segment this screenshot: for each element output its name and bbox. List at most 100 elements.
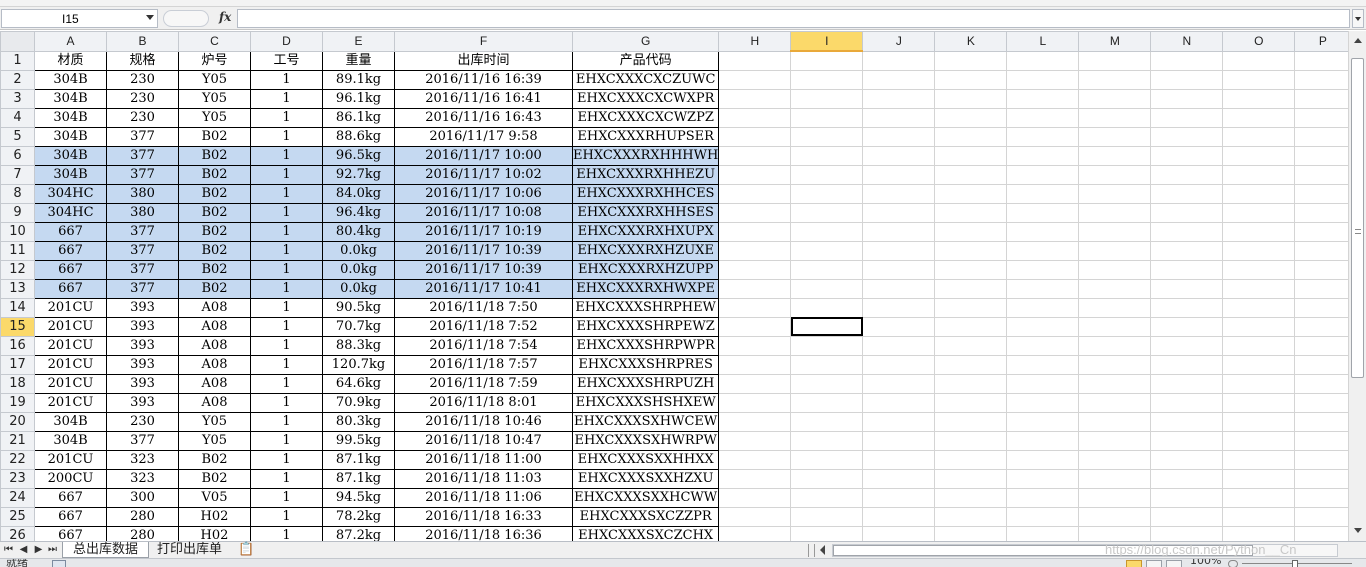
cell-a22[interactable]: 201CU — [34, 449, 107, 470]
cell-d18[interactable]: 1 — [250, 373, 323, 394]
cell-d15[interactable]: 1 — [250, 316, 323, 337]
cell-h9[interactable] — [718, 202, 792, 223]
cell-e7[interactable]: 92.7kg — [322, 164, 395, 185]
cell-d19[interactable]: 1 — [250, 392, 323, 413]
cell-a2[interactable]: 304B — [34, 69, 107, 90]
cell-b19[interactable]: 393 — [106, 392, 179, 413]
cell-g7[interactable]: EHXCXXXRXHHEZU — [571, 164, 720, 185]
cell-m14[interactable] — [1078, 297, 1152, 318]
cell-c15[interactable]: A08 — [178, 316, 251, 337]
cell-e3[interactable]: 96.1kg — [322, 88, 395, 109]
cell-d5[interactable]: 1 — [250, 126, 323, 147]
row-header-9[interactable]: 9 — [0, 202, 35, 223]
cell-b2[interactable]: 230 — [106, 69, 179, 90]
cell-k23[interactable] — [934, 468, 1008, 489]
cell-h8[interactable] — [718, 183, 792, 204]
cell-f4[interactable]: 2016/11/16 16:43 — [394, 107, 573, 128]
cell-p21[interactable] — [1294, 430, 1352, 451]
cell-c12[interactable]: B02 — [178, 259, 251, 280]
cell-g14[interactable]: EHXCXXXSHRPHEW — [571, 297, 720, 318]
cell-b12[interactable]: 377 — [106, 259, 179, 280]
cell-a3[interactable]: 304B — [34, 88, 107, 109]
cell-e18[interactable]: 64.6kg — [322, 373, 395, 394]
cell-f15[interactable]: 2016/11/18 7:52 — [394, 316, 573, 337]
cell-e9[interactable]: 96.4kg — [322, 202, 395, 223]
cell-d4[interactable]: 1 — [250, 107, 323, 128]
cell-f12[interactable]: 2016/11/17 10:39 — [394, 259, 573, 280]
cell-i21[interactable] — [790, 430, 864, 451]
cell-e8[interactable]: 84.0kg — [322, 183, 395, 204]
normal-view-button[interactable] — [1126, 560, 1142, 567]
cell-m13[interactable] — [1078, 278, 1152, 299]
column-header-k[interactable]: K — [934, 31, 1008, 52]
cell-a4[interactable]: 304B — [34, 107, 107, 128]
cell-h2[interactable] — [718, 69, 792, 90]
cell-n25[interactable] — [1150, 506, 1224, 527]
cell-a5[interactable]: 304B — [34, 126, 107, 147]
cell-k19[interactable] — [934, 392, 1008, 413]
cell-b24[interactable]: 300 — [106, 487, 179, 508]
cell-d14[interactable]: 1 — [250, 297, 323, 318]
cell-f1[interactable]: 出库时间 — [394, 50, 573, 71]
cell-d11[interactable]: 1 — [250, 240, 323, 261]
cell-d23[interactable]: 1 — [250, 468, 323, 489]
column-header-a[interactable]: A — [34, 31, 107, 52]
cell-j12[interactable] — [862, 259, 936, 280]
cell-l25[interactable] — [1006, 506, 1080, 527]
cell-n22[interactable] — [1150, 449, 1224, 470]
column-header-o[interactable]: O — [1222, 31, 1296, 52]
formula-buttons[interactable] — [163, 10, 209, 27]
cell-n17[interactable] — [1150, 354, 1224, 375]
cell-h14[interactable] — [718, 297, 792, 318]
cell-l10[interactable] — [1006, 221, 1080, 242]
cell-f23[interactable]: 2016/11/18 11:03 — [394, 468, 573, 489]
cell-g6[interactable]: EHXCXXXRXHHHWH — [571, 145, 720, 166]
cell-n3[interactable] — [1150, 88, 1224, 109]
cell-d13[interactable]: 1 — [250, 278, 323, 299]
cell-j20[interactable] — [862, 411, 936, 432]
cell-b5[interactable]: 377 — [106, 126, 179, 147]
cell-p7[interactable] — [1294, 164, 1352, 185]
zoom-out-icon[interactable] — [1228, 560, 1238, 567]
cell-k9[interactable] — [934, 202, 1008, 223]
cell-a16[interactable]: 201CU — [34, 335, 107, 356]
cell-c20[interactable]: Y05 — [178, 411, 251, 432]
cell-p3[interactable] — [1294, 88, 1352, 109]
cell-a6[interactable]: 304B — [34, 145, 107, 166]
cell-o9[interactable] — [1222, 202, 1296, 223]
cell-m9[interactable] — [1078, 202, 1152, 223]
cell-p4[interactable] — [1294, 107, 1352, 128]
cell-l23[interactable] — [1006, 468, 1080, 489]
cell-c8[interactable]: B02 — [178, 183, 251, 204]
cell-n20[interactable] — [1150, 411, 1224, 432]
scroll-left-icon[interactable] — [820, 545, 825, 555]
cell-l14[interactable] — [1006, 297, 1080, 318]
cell-g20[interactable]: EHXCXXXSXHWCEW — [571, 411, 720, 432]
cell-k3[interactable] — [934, 88, 1008, 109]
cell-e4[interactable]: 86.1kg — [322, 107, 395, 128]
cell-l5[interactable] — [1006, 126, 1080, 147]
cell-f22[interactable]: 2016/11/18 11:00 — [394, 449, 573, 470]
cell-n8[interactable] — [1150, 183, 1224, 204]
cell-j22[interactable] — [862, 449, 936, 470]
cell-a11[interactable]: 667 — [34, 240, 107, 261]
row-header-17[interactable]: 17 — [0, 354, 35, 375]
cell-f8[interactable]: 2016/11/17 10:06 — [394, 183, 573, 204]
cell-i15[interactable] — [790, 316, 864, 337]
cell-i23[interactable] — [790, 468, 864, 489]
row-header-20[interactable]: 20 — [0, 411, 35, 432]
cell-b9[interactable]: 380 — [106, 202, 179, 223]
cell-i10[interactable] — [790, 221, 864, 242]
cell-o1[interactable] — [1222, 50, 1296, 71]
cell-l24[interactable] — [1006, 487, 1080, 508]
cell-i3[interactable] — [790, 88, 864, 109]
cell-d2[interactable]: 1 — [250, 69, 323, 90]
cell-p1[interactable] — [1294, 50, 1352, 71]
cell-p10[interactable] — [1294, 221, 1352, 242]
cell-i22[interactable] — [790, 449, 864, 470]
cell-a10[interactable]: 667 — [34, 221, 107, 242]
cell-i8[interactable] — [790, 183, 864, 204]
cell-d6[interactable]: 1 — [250, 145, 323, 166]
cell-g13[interactable]: EHXCXXXRXHWXPE — [571, 278, 720, 299]
cell-i16[interactable] — [790, 335, 864, 356]
